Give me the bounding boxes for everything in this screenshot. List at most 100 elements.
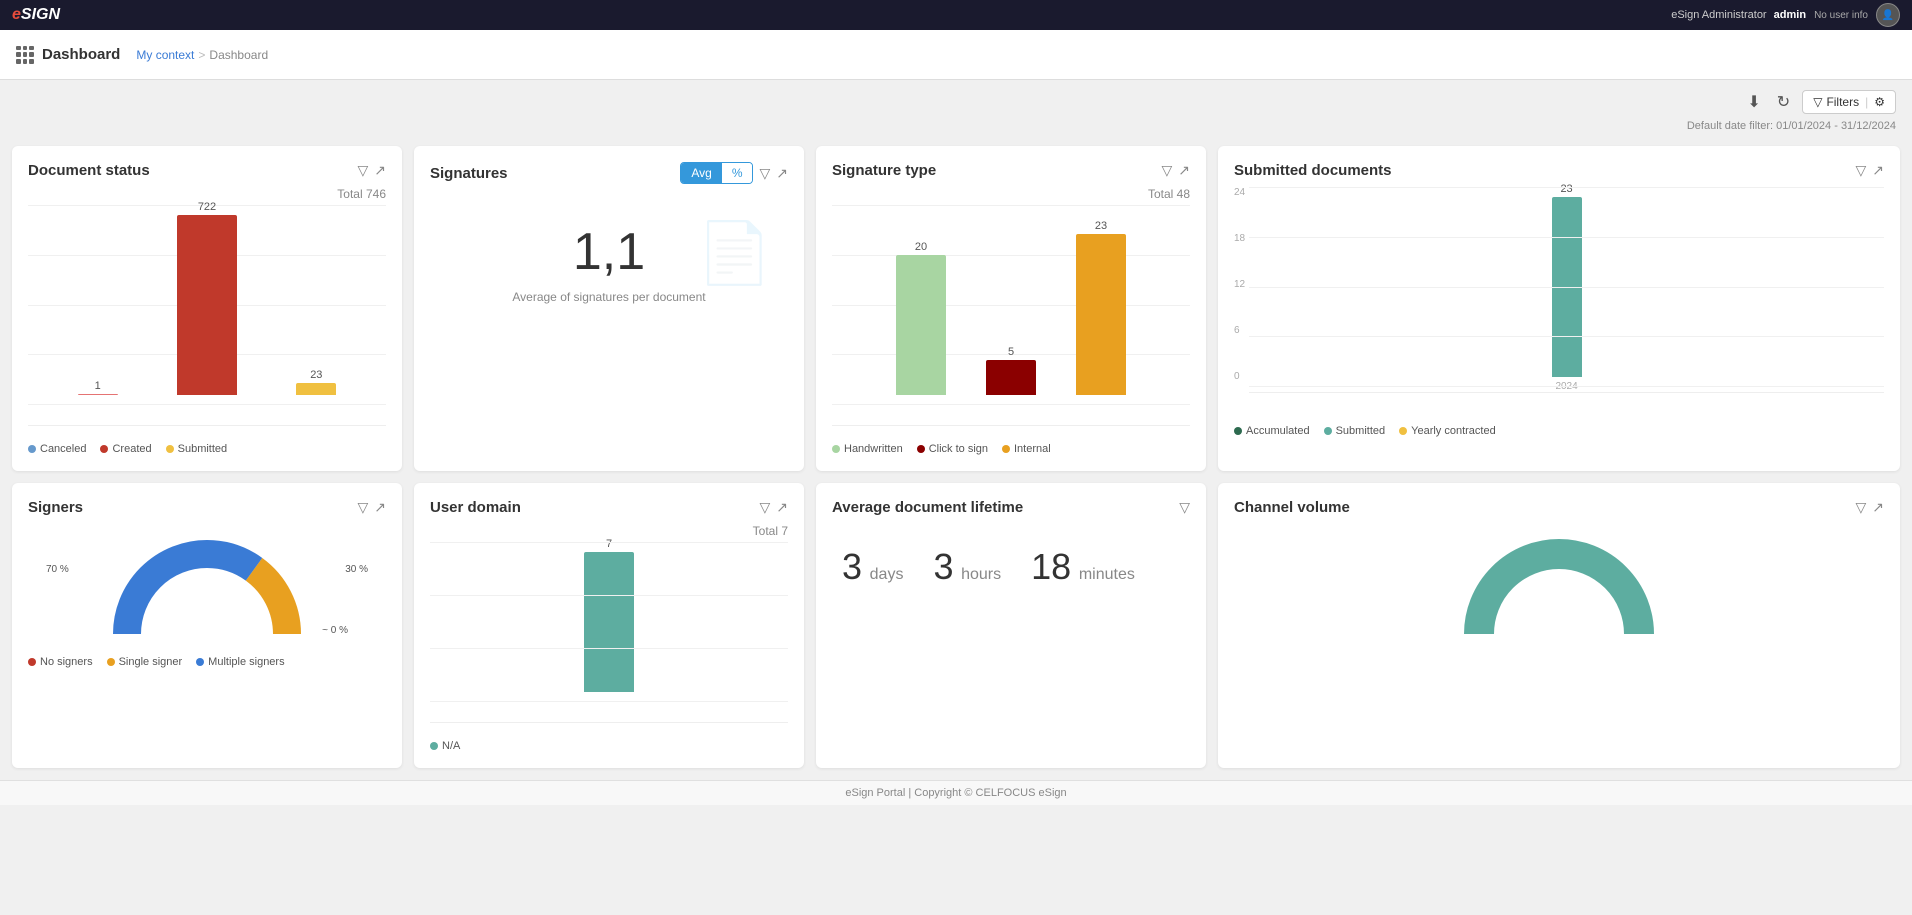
avatar[interactable]: 👤	[1876, 3, 1900, 27]
doc-status-chart: 1 722 23	[28, 205, 386, 435]
user-domain-title: User domain	[430, 499, 521, 516]
signers-expand-icon[interactable]: ↗	[374, 499, 386, 516]
channel-header: Channel volume ▽ ↗	[1234, 499, 1884, 516]
user-name: admin	[1774, 9, 1806, 21]
avg-lifetime-header: Average document lifetime ▽	[832, 499, 1190, 516]
submitted-x-label: 2024	[1249, 381, 1884, 392]
signers-filter-icon[interactable]: ▽	[357, 499, 368, 516]
lifetime-metrics: 3 days 3 hours 18 minutes	[832, 546, 1190, 588]
refresh-button[interactable]: ↻	[1773, 88, 1794, 116]
signatures-header: Signatures Avg % ▽ ↗	[430, 162, 788, 184]
submitted-filter-icon[interactable]: ▽	[1855, 162, 1866, 179]
bar-created: 722	[167, 201, 246, 395]
chart-total: Total 746	[28, 187, 386, 201]
y-label-6: 6	[1234, 325, 1245, 336]
signatures-title: Signatures	[430, 165, 508, 182]
signers-card: Signers ▽ ↗	[12, 483, 402, 768]
logo-icon: eSIGN	[12, 6, 60, 24]
submitted-expand-icon[interactable]: ↗	[1872, 162, 1884, 179]
signers-legend: No signers Single signer Multiple signer…	[28, 656, 386, 668]
legend-multiple-signers-label: Multiple signers	[208, 656, 284, 668]
legend-single-signer-label: Single signer	[119, 656, 183, 668]
sig-type-total: Total 48	[832, 187, 1190, 201]
user-info: eSign Administrator admin No user info 👤	[1671, 3, 1900, 27]
user-domain-total: Total 7	[430, 524, 788, 538]
signatures-card: Signatures Avg % ▽ ↗ 1,1 Average of sign…	[414, 146, 804, 471]
submitted-documents-card: Submitted documents ▽ ↗ 24 18 12 6 0	[1218, 146, 1900, 471]
user-role: eSign Administrator	[1671, 9, 1766, 21]
document-status-card: Document status ▽ ↗ Total 746 1 722	[12, 146, 402, 471]
metric-hours: 3 hours	[933, 546, 1001, 588]
download-button[interactable]: ⬇	[1743, 88, 1764, 116]
sig-expand-icon[interactable]: ↗	[776, 165, 788, 182]
donut-label-0: ~ 0 %	[322, 625, 348, 636]
avg-lifetime-card: Average document lifetime ▽ 3 days 3 hou…	[816, 483, 1206, 768]
expand-icon-btn[interactable]: ↗	[374, 162, 386, 179]
filters-label: Filters	[1826, 95, 1859, 109]
page-title: Dashboard	[42, 46, 120, 63]
hours-value: 3	[933, 546, 953, 587]
user-domain-bar: 7	[584, 538, 634, 692]
sig-filter-icon[interactable]: ▽	[759, 165, 770, 182]
apps-icon[interactable]	[16, 46, 34, 64]
legend-submitted-docs: Submitted	[1324, 425, 1386, 437]
sig-type-legend: Handwritten Click to sign Internal	[832, 443, 1190, 455]
card-header: Document status ▽ ↗	[28, 162, 386, 179]
user-domain-filter-icon[interactable]: ▽	[759, 499, 770, 516]
app-logo: eSIGN	[12, 6, 60, 24]
bar-internal: 23	[1076, 220, 1126, 395]
donut-label-30: 30 %	[345, 564, 368, 575]
legend-click-sign-label: Click to sign	[929, 443, 988, 455]
filter-icon: ▽	[1813, 95, 1822, 109]
breadcrumb-bar: Dashboard My context > Dashboard	[0, 30, 1912, 80]
footer: eSign Portal | Copyright © CELFOCUS eSig…	[0, 780, 1912, 805]
submitted-chart: 24 18 12 6 0 23 2024	[1234, 187, 1884, 417]
card-actions: ▽ ↗	[357, 162, 386, 179]
days-unit: days	[870, 566, 904, 583]
legend-yearly-label: Yearly contracted	[1411, 425, 1496, 437]
signatures-actions: Avg % ▽ ↗	[680, 162, 788, 184]
sig-type-expand-icon[interactable]: ↗	[1178, 162, 1190, 179]
breadcrumb-context[interactable]: My context	[136, 48, 194, 62]
channel-filter-icon[interactable]: ▽	[1855, 499, 1866, 516]
sig-type-filter-icon[interactable]: ▽	[1161, 162, 1172, 179]
sig-type-title: Signature type	[832, 162, 936, 179]
submitted-title: Submitted documents	[1234, 162, 1392, 179]
toggle-avg-button[interactable]: Avg	[681, 163, 721, 183]
user-subinfo: No user info	[1814, 10, 1868, 21]
breadcrumb-separator: >	[198, 48, 205, 62]
legend-created: Created	[100, 443, 151, 455]
date-filter-info: Default date filter: 01/01/2024 - 31/12/…	[0, 118, 1912, 138]
y-label-24: 24	[1234, 187, 1245, 198]
channel-volume-card: Channel volume ▽ ↗	[1218, 483, 1900, 768]
avg-lifetime-title: Average document lifetime	[832, 499, 1023, 516]
dashboard: Document status ▽ ↗ Total 746 1 722	[0, 138, 1912, 780]
legend-no-signers: No signers	[28, 656, 93, 668]
toggle-pct-button[interactable]: %	[722, 163, 753, 183]
user-domain-expand-icon[interactable]: ↗	[776, 499, 788, 516]
signers-title: Signers	[28, 499, 83, 516]
doc-status-legend: Canceled Created Submitted	[28, 443, 386, 455]
breadcrumb-page: Dashboard	[209, 48, 268, 62]
toggle-group: Avg %	[680, 162, 753, 184]
channel-arc-svg	[1459, 534, 1659, 654]
channel-expand-icon[interactable]: ↗	[1872, 499, 1884, 516]
channel-arc	[1234, 524, 1884, 654]
sig-type-header: Signature type ▽ ↗	[832, 162, 1190, 179]
user-domain-header: User domain ▽ ↗	[430, 499, 788, 516]
legend-canceled: Canceled	[28, 443, 86, 455]
submitted-header: Submitted documents ▽ ↗	[1234, 162, 1884, 179]
avg-lifetime-filter-icon[interactable]: ▽	[1179, 499, 1190, 516]
gear-icon: ⚙	[1874, 95, 1885, 109]
signers-header: Signers ▽ ↗	[28, 499, 386, 516]
filters-button[interactable]: ▽ Filters | ⚙	[1802, 90, 1896, 114]
channel-title: Channel volume	[1234, 499, 1350, 516]
y-label-18: 18	[1234, 233, 1245, 244]
legend-handwritten: Handwritten	[832, 443, 903, 455]
channel-actions: ▽ ↗	[1855, 499, 1884, 516]
toolbar: ⬇ ↻ ▽ Filters | ⚙	[0, 80, 1912, 118]
breadcrumb: My context > Dashboard	[136, 48, 268, 62]
bar-canceled: 1	[58, 380, 137, 395]
y-label-12: 12	[1234, 279, 1245, 290]
filter-icon-btn[interactable]: ▽	[357, 162, 368, 179]
